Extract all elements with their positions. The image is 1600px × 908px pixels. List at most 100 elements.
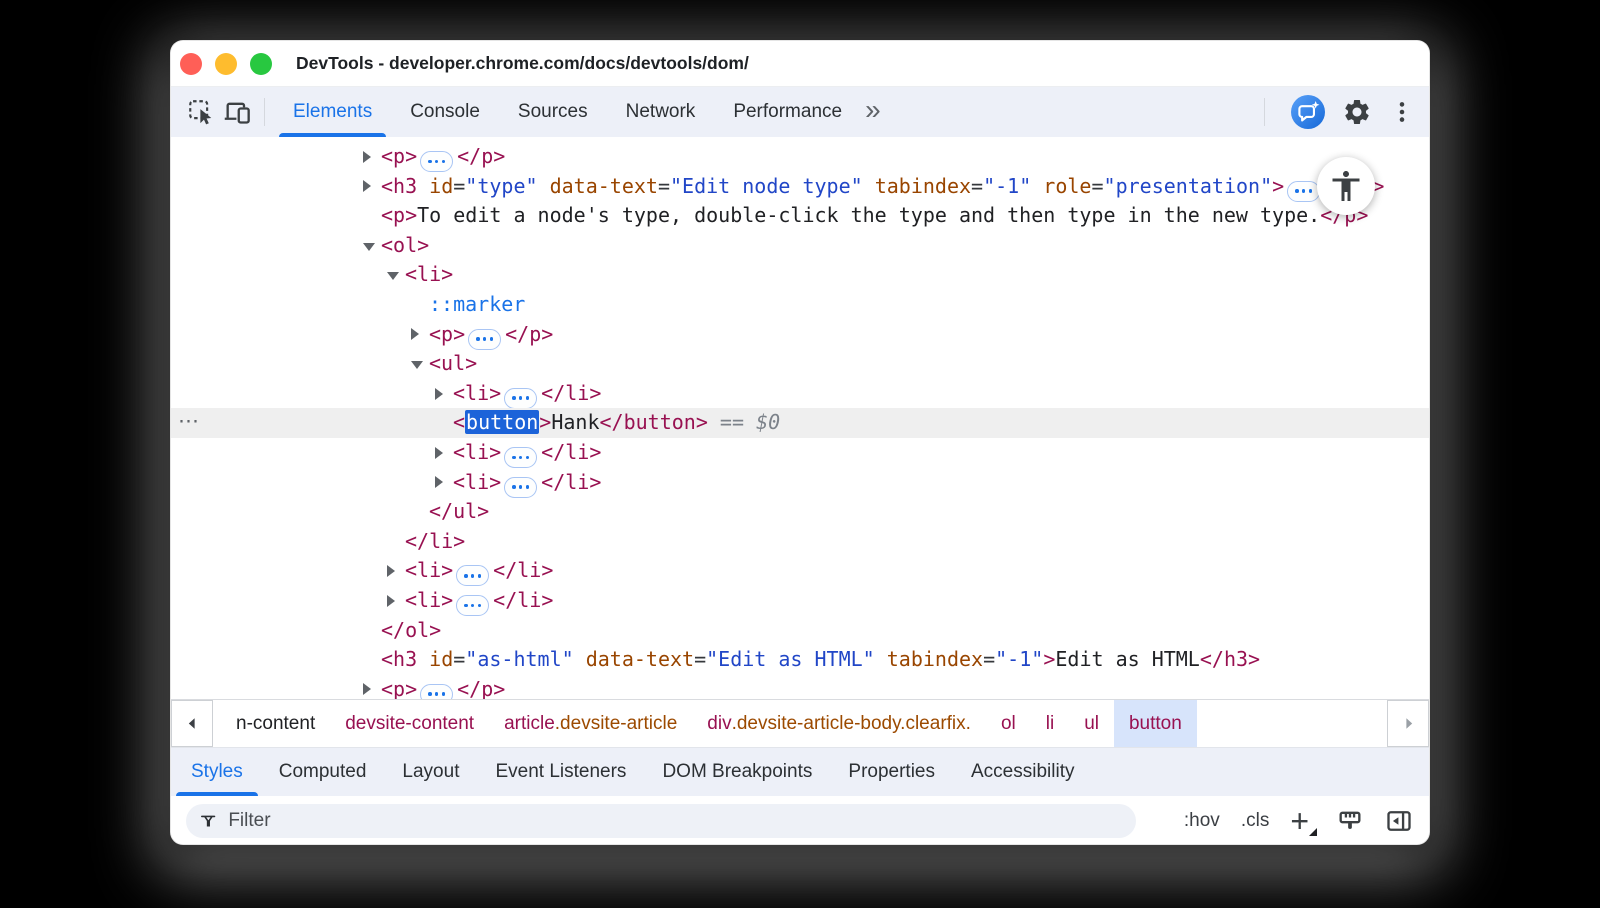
- ai-assistance-icon[interactable]: [1291, 95, 1325, 129]
- dom-node-row[interactable]: ⋯<button>Hank</button> == $0: [171, 408, 1429, 438]
- dom-node-row[interactable]: <li></li>: [171, 438, 1429, 468]
- filter-input[interactable]: [228, 810, 1124, 832]
- zoom-icon[interactable]: [250, 53, 272, 75]
- sidebar-tab-styles[interactable]: Styles: [173, 748, 261, 796]
- styles-filter-field[interactable]: [186, 804, 1136, 838]
- dom-node-row[interactable]: <h3 id="as-html" data-text="Edit as HTML…: [171, 645, 1429, 675]
- disclosure-collapsed-icon[interactable]: [363, 151, 371, 163]
- sidebar-tab-layout[interactable]: Layout: [384, 748, 477, 796]
- breadcrumb-text: .devsite-article: [555, 713, 678, 735]
- disclosure-expanded-icon[interactable]: [387, 272, 399, 280]
- expand-inline-icon[interactable]: [468, 329, 501, 350]
- sidebar-tab-event-listeners[interactable]: Event Listeners: [477, 748, 644, 796]
- breadcrumb-item-devsite-content[interactable]: devsite-content: [330, 700, 489, 747]
- breadcrumb-item-article-devsite-article[interactable]: article.devsite-article: [489, 700, 692, 747]
- tab-elements[interactable]: Elements: [274, 87, 391, 137]
- disclosure-collapsed-icon[interactable]: [363, 180, 371, 192]
- dom-node-row[interactable]: <li></li>: [171, 586, 1429, 616]
- dom-node-row[interactable]: <ul>: [171, 349, 1429, 379]
- sidebar-tab-accessibility[interactable]: Accessibility: [953, 748, 1092, 796]
- dom-node-row[interactable]: <li></li>: [171, 379, 1429, 409]
- dom-node-row[interactable]: <p></p>: [171, 675, 1429, 699]
- inspect-cursor-icon[interactable]: [183, 94, 219, 130]
- paint-brush-icon[interactable]: [1336, 807, 1364, 835]
- dom-tree: <p></p><h3 id="type" data-text="Edit nod…: [171, 137, 1429, 699]
- kebab-menu-icon[interactable]: [1389, 99, 1415, 125]
- expand-inline-icon[interactable]: [456, 595, 489, 616]
- dom-node-row[interactable]: <li> </li>: [171, 556, 1429, 586]
- breadcrumb-item-n-content[interactable]: n-content: [221, 700, 330, 747]
- disclosure-collapsed-icon[interactable]: [387, 565, 395, 577]
- expand-inline-icon[interactable]: [1287, 181, 1320, 202]
- breadcrumb-item-li[interactable]: li: [1031, 700, 1069, 747]
- code-token-eq: =: [453, 174, 465, 198]
- tab-sources[interactable]: Sources: [499, 87, 607, 137]
- minimize-icon[interactable]: [215, 53, 237, 75]
- device-toolbar-icon[interactable]: [219, 94, 255, 130]
- devtools-window: DevTools - developer.chrome.com/docs/dev…: [170, 40, 1430, 845]
- disclosure-collapsed-icon[interactable]: [411, 328, 419, 340]
- dom-node-row[interactable]: <ol>: [171, 231, 1429, 261]
- code-token-tag: <li>: [405, 558, 453, 582]
- tab-performance[interactable]: Performance: [714, 87, 861, 137]
- panel-tabs: ElementsConsoleSourcesNetworkPerformance: [274, 87, 861, 137]
- dom-node-row[interactable]: <p></p>: [171, 320, 1429, 350]
- code-token-tag: </ol>: [381, 618, 441, 642]
- chevron-left-icon[interactable]: [171, 700, 213, 747]
- breadcrumb-item-ol[interactable]: ol: [986, 700, 1031, 747]
- dom-node-row[interactable]: </ol>: [171, 616, 1429, 646]
- dom-node-row[interactable]: <p>To edit a node's type, double-click t…: [171, 201, 1429, 231]
- dom-node-row[interactable]: </li>: [171, 527, 1429, 557]
- expand-inline-icon[interactable]: [420, 684, 453, 699]
- accessibility-person-icon[interactable]: [1317, 157, 1375, 215]
- code-token-pseudo: ::marker: [429, 292, 525, 316]
- dom-node-row[interactable]: <li> </li>: [171, 468, 1429, 498]
- dom-node-row[interactable]: <p></p>: [171, 142, 1429, 172]
- toggle-element-state-button[interactable]: :hov: [1184, 810, 1220, 832]
- dock-side-icon[interactable]: [1385, 807, 1413, 835]
- dom-node-row[interactable]: ::marker: [171, 290, 1429, 320]
- breadcrumb-item-ul[interactable]: ul: [1069, 700, 1114, 747]
- expand-inline-icon[interactable]: [504, 447, 537, 468]
- dom-node-row[interactable]: <h3 id="type" data-text="Edit node type"…: [171, 172, 1429, 202]
- element-classes-button[interactable]: .cls: [1241, 810, 1270, 832]
- code-token-tag: <li>: [453, 440, 501, 464]
- tab-console[interactable]: Console: [391, 87, 499, 137]
- settings-gear-icon[interactable]: [1342, 97, 1372, 127]
- code-token-val: "type": [465, 174, 537, 198]
- expand-inline-icon[interactable]: [456, 565, 489, 586]
- breadcrumb-text: .devsite-article-body.clearfix.: [732, 713, 971, 735]
- dom-node-row[interactable]: </ul>: [171, 497, 1429, 527]
- code-token-eq: =: [453, 647, 465, 671]
- sidebar-tab-properties[interactable]: Properties: [830, 748, 953, 796]
- dom-node-row[interactable]: <li>: [171, 260, 1429, 290]
- expand-inline-icon[interactable]: [420, 151, 453, 172]
- disclosure-collapsed-icon[interactable]: [435, 447, 443, 459]
- expand-inline-icon[interactable]: [504, 477, 537, 498]
- disclosure-collapsed-icon[interactable]: [387, 595, 395, 607]
- chevron-right-icon[interactable]: [1387, 700, 1429, 747]
- sidebar-tab-computed[interactable]: Computed: [261, 748, 385, 796]
- more-tabs-icon[interactable]: »: [865, 94, 881, 130]
- code-token-attr: id: [417, 647, 453, 671]
- sidebar-tab-dom-breakpoints[interactable]: DOM Breakpoints: [644, 748, 830, 796]
- code-token-eq: =: [694, 647, 706, 671]
- code-token-tag: <li>: [453, 470, 501, 494]
- breadcrumb-item-div-devsite-article-body-clearfix[interactable]: div.devsite-article-body.clearfix.: [692, 700, 986, 747]
- row-overflow-icon[interactable]: ⋯: [178, 407, 200, 437]
- code-token-tag: </p>: [457, 144, 505, 168]
- new-style-rule-button[interactable]: +: [1290, 806, 1309, 836]
- disclosure-expanded-icon[interactable]: [363, 243, 375, 251]
- close-icon[interactable]: [180, 53, 202, 75]
- disclosure-collapsed-icon[interactable]: [435, 388, 443, 400]
- code-token-val: "presentation": [1104, 174, 1273, 198]
- code-token-tag: <h3: [381, 174, 417, 198]
- tab-network[interactable]: Network: [607, 87, 715, 137]
- code-token-tag: </li>: [493, 558, 553, 582]
- disclosure-expanded-icon[interactable]: [411, 361, 423, 369]
- disclosure-collapsed-icon[interactable]: [363, 683, 371, 695]
- breadcrumb-item-button[interactable]: button: [1114, 700, 1197, 747]
- expand-inline-icon[interactable]: [504, 388, 537, 409]
- code-token-tag: </li>: [541, 470, 601, 494]
- disclosure-collapsed-icon[interactable]: [435, 476, 443, 488]
